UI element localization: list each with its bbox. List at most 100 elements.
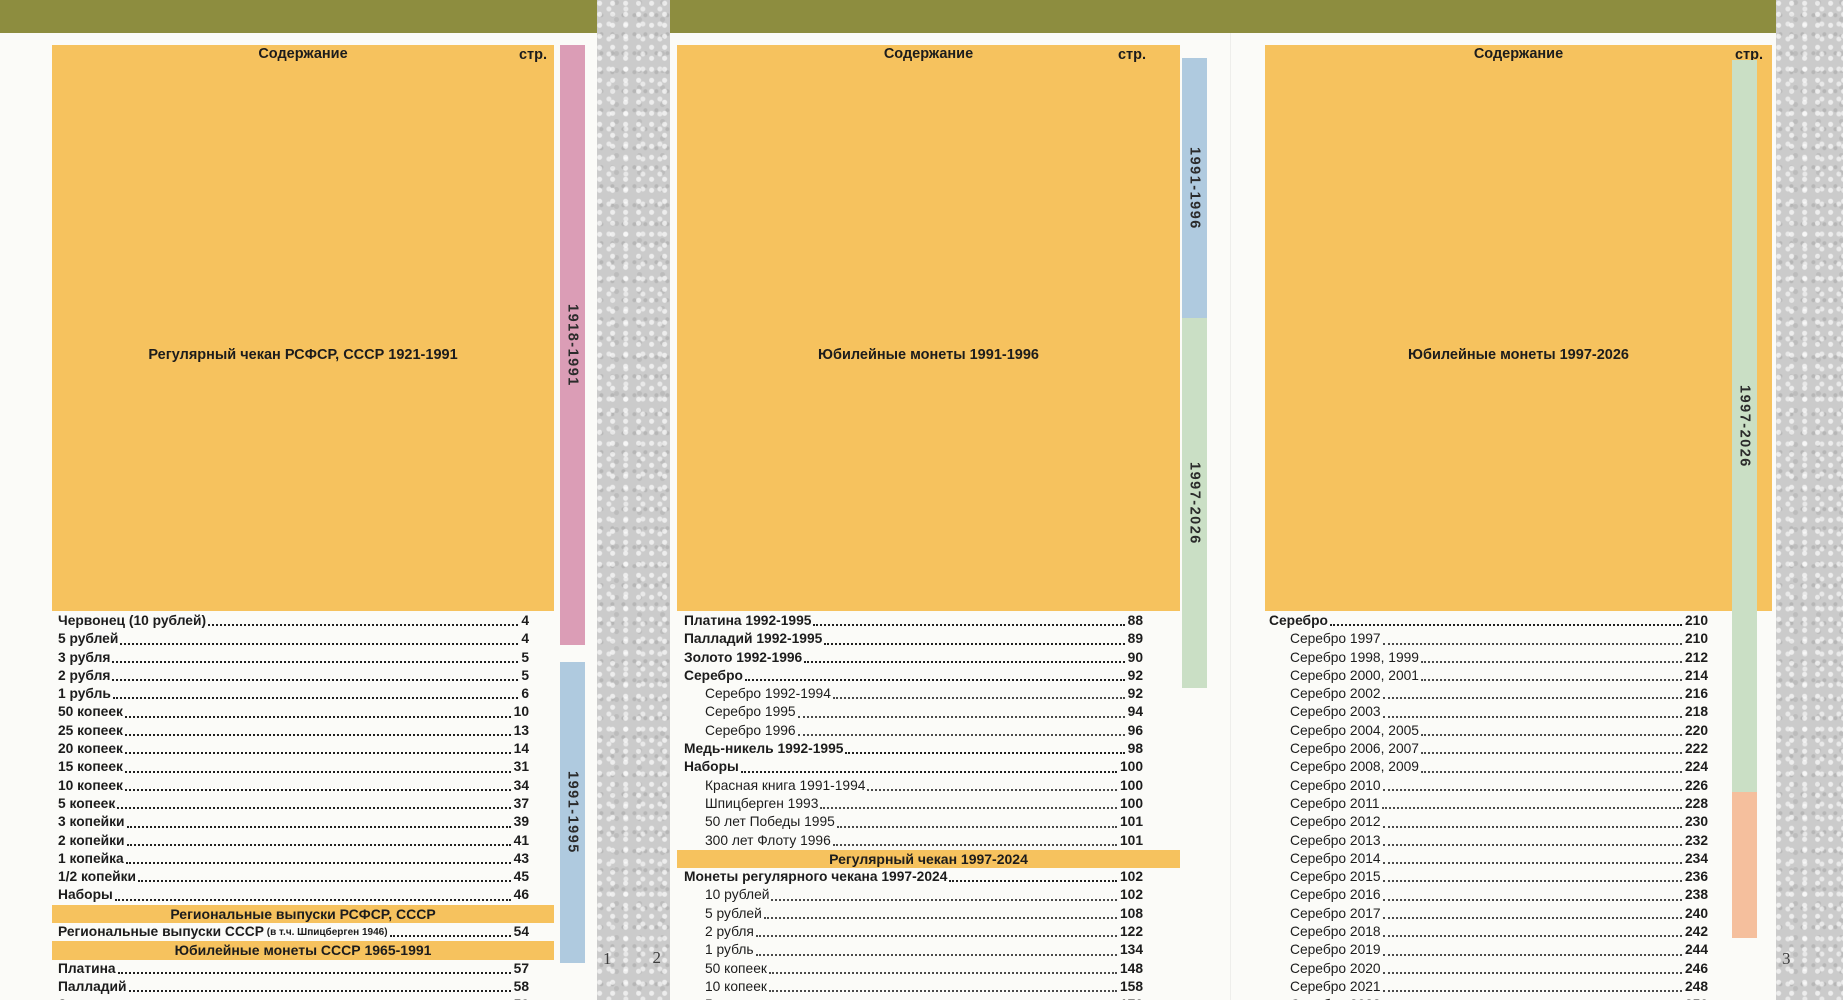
entry-page: 98	[1128, 740, 1143, 758]
toc-row: Платина57	[52, 960, 554, 978]
entry-page: 89	[1128, 630, 1143, 648]
entry-page: 101	[1120, 832, 1143, 850]
entry-page: 214	[1685, 667, 1708, 685]
toc-row: Серебро 2020246	[1265, 960, 1772, 978]
edge-tab-1918-1991: 1918-1991	[560, 45, 585, 645]
entry-page: 58	[514, 978, 529, 996]
entry-label: 1 копейка	[58, 850, 124, 868]
dot-leader	[1383, 935, 1682, 937]
entry-label: Серебро 2010	[1269, 777, 1381, 795]
toc-row: Серебро 2022250	[1265, 996, 1772, 1000]
entry-label: Региональные выпуски СССР	[58, 923, 264, 941]
dot-leader	[949, 880, 1117, 882]
entry-label: Серебро 2018	[1269, 923, 1381, 941]
toc-row: 5 рублей4	[52, 630, 554, 648]
toc-row: Серебро 2002216	[1265, 685, 1772, 703]
toc-row: Серебро 2014234	[1265, 850, 1772, 868]
entry-label: Серебро 2003	[1269, 703, 1381, 721]
entry-page: 57	[514, 960, 529, 978]
entry-label: 3 рубля	[58, 649, 110, 667]
entry-label: 10 копеек	[684, 978, 767, 996]
toc-row: Серебро 1997210	[1265, 630, 1772, 648]
dot-leader	[769, 990, 1117, 992]
entry-page: 5	[521, 649, 529, 667]
entry-page: 46	[514, 886, 529, 904]
dot-leader	[1330, 624, 1682, 626]
toc-row: 50 копеек10	[52, 703, 554, 721]
dot-leader	[1383, 844, 1682, 846]
entry-label: 50 копеек	[684, 960, 767, 978]
toc-row: Серебро 2019244	[1265, 941, 1772, 959]
toc-list: Серебро210Серебро 1997210Серебро 1998, 1…	[1265, 612, 1772, 1000]
entry-label: Наборы	[684, 758, 739, 776]
dot-leader	[1421, 752, 1682, 754]
dot-leader	[208, 624, 518, 626]
toc-row: 2 рубля5	[52, 667, 554, 685]
dot-leader	[127, 844, 511, 846]
entry-label: Серебро 2019	[1269, 941, 1381, 959]
dot-leader	[118, 972, 511, 974]
toc-row: 1/2 копейки45	[52, 868, 554, 886]
entry-page: 10	[514, 703, 529, 721]
entry-page: 158	[1120, 978, 1143, 996]
toc-subtitle: Регулярный чекан РСФСР, СССР 1921-1991	[52, 348, 554, 608]
entry-label: 2 рубля	[58, 667, 110, 685]
toc-row: Серебро 2013232	[1265, 832, 1772, 850]
dot-leader	[756, 935, 1117, 937]
dot-leader	[125, 734, 511, 736]
dot-leader	[837, 826, 1117, 828]
toc-row: Серебро 2010 226	[1265, 777, 1772, 795]
dot-leader	[756, 954, 1117, 956]
entry-page: 218	[1685, 703, 1708, 721]
entry-label: Серебро 2016	[1269, 886, 1381, 904]
page-number-1: 1	[603, 949, 612, 969]
entry-page: 43	[514, 850, 529, 868]
toc-column-1: Содержание Регулярный чекан РСФСР, СССР …	[52, 45, 554, 1000]
edge-tab-1997-2026-mid: 1997-2026	[1182, 318, 1207, 688]
entry-label: 25 копеек	[58, 722, 123, 740]
entry-label: 5 рублей	[58, 630, 118, 648]
dot-leader	[1421, 679, 1682, 681]
toc-row: 5 копеек170	[677, 996, 1180, 1000]
entry-label: 10 рублей	[684, 886, 769, 904]
toc-list: Червонец (10 рублей)45 рублей43 рубля52 …	[52, 612, 554, 1000]
entry-page: 226	[1685, 777, 1708, 795]
entry-label: Золото 1992-1996	[684, 649, 802, 667]
section-header: Юбилейные монеты СССР 1965-1991	[52, 941, 554, 959]
toc-title: Содержание	[677, 47, 1180, 348]
entry-page: 88	[1128, 612, 1143, 630]
entry-label: Серебро 2000, 2001	[1269, 667, 1419, 685]
dot-leader	[741, 771, 1117, 773]
entry-label: 5 копеек	[58, 795, 115, 813]
entry-label: Монеты регулярного чекана 1997-2024	[684, 868, 947, 886]
toc-row: 10 рублей102	[677, 886, 1180, 904]
entry-label: Серебро 2021	[1269, 978, 1381, 996]
dot-leader	[1383, 880, 1682, 882]
entry-page: 222	[1685, 740, 1708, 758]
entry-label: Серебро 2020	[1269, 960, 1381, 978]
entry-label: Серебро 1992-1994	[684, 685, 831, 703]
entry-label: 2 копейки	[58, 832, 125, 850]
entry-page: 4	[521, 612, 529, 630]
toc-row: 15 копеек31	[52, 758, 554, 776]
dot-leader	[820, 807, 1117, 809]
entry-page: 14	[514, 740, 529, 758]
toc-row: 5 копеек37	[52, 795, 554, 813]
toc-row: Палладий58	[52, 978, 554, 996]
dot-leader	[771, 899, 1117, 901]
toc-row: 2 рубля122	[677, 923, 1180, 941]
edge-tab-1991-1995: 1991-1995	[560, 662, 585, 963]
toc-row: Наборы100	[677, 758, 1180, 776]
entry-page: 224	[1685, 758, 1708, 776]
dot-leader	[1383, 826, 1682, 828]
entry-page: 100	[1120, 795, 1143, 813]
entry-label: Серебро 2011	[1269, 795, 1380, 813]
dot-leader	[1421, 734, 1682, 736]
entry-label: Серебро 1996	[684, 722, 796, 740]
page-number-2: 2	[653, 948, 662, 968]
dot-leader	[769, 972, 1117, 974]
entry-label: Серебро 2015	[1269, 868, 1381, 886]
entry-page: 90	[1128, 649, 1143, 667]
toc-row: Шпицберген 1993100	[677, 795, 1180, 813]
entry-label: Серебро 1995	[684, 703, 796, 721]
